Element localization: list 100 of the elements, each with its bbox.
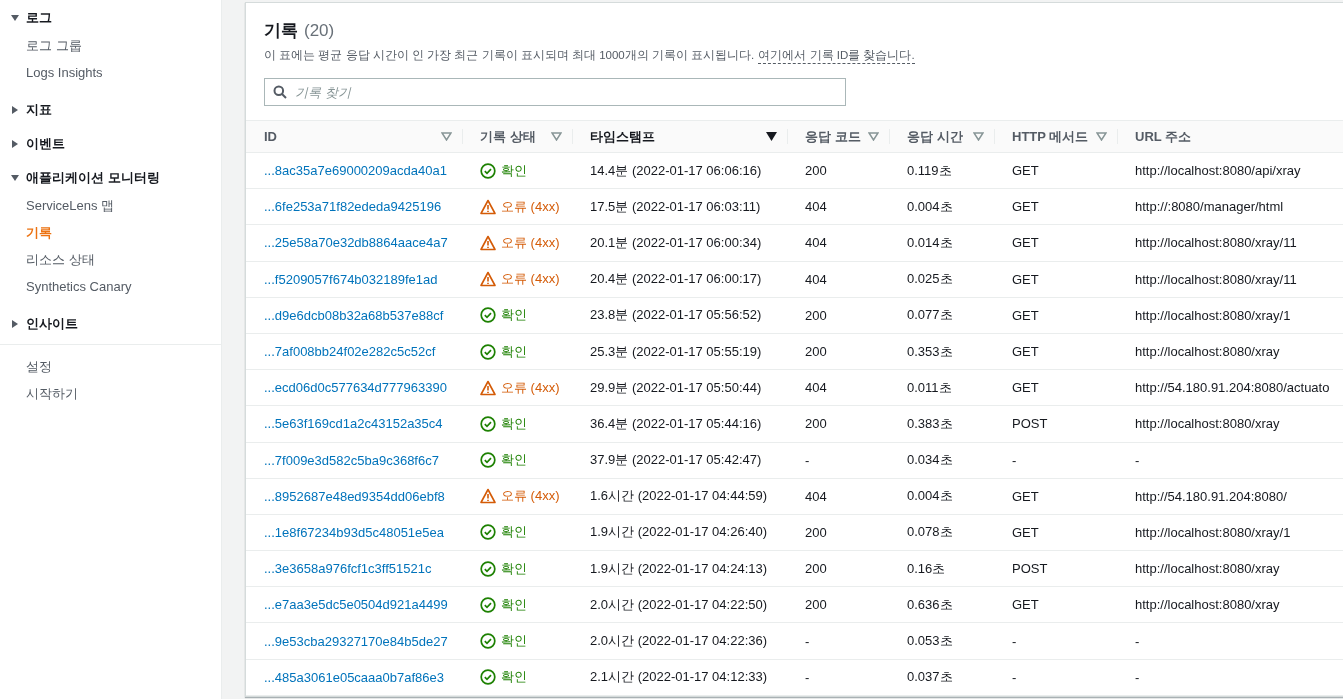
table-cell: 0.004초 (889, 478, 994, 515)
table-cell: 200 (787, 297, 889, 334)
table-cell: 0.353초 (889, 333, 994, 371)
table-cell: 1.6시간 (2022-01-17 04:44:59) (572, 478, 787, 515)
nav-item[interactable]: 시작하기 (0, 380, 104, 407)
help-link[interactable]: 여기에서 기록 ID를 찾습니다. (758, 48, 915, 64)
table-cell: GET (994, 587, 1117, 624)
trace-id-link[interactable]: ...3e3658a976fcf1c3ff51521c (246, 551, 462, 588)
check-circle-icon (480, 633, 496, 650)
column-header[interactable]: 타임스탬프 (572, 120, 787, 153)
caret-right-icon (10, 139, 20, 149)
table-cell: POST (994, 406, 1117, 443)
status-text: 확인 (501, 523, 527, 542)
table-cell: 404 (787, 370, 889, 407)
nav-section-toggle[interactable]: 이벤트 (0, 134, 221, 154)
nav-item[interactable]: 설정 (0, 353, 78, 380)
table-cell: 20.4분 (2022-01-17 06:00:17) (572, 261, 787, 298)
column-header[interactable]: URL 주소 (1117, 120, 1343, 153)
table-cell: GET (994, 370, 1117, 407)
status-text: 확인 (501, 306, 527, 325)
table-cell: http://localhost:8080/xray (1117, 551, 1343, 588)
sort-icon[interactable] (441, 132, 452, 141)
trace-id-link[interactable]: ...1e8f67234b93d5c48051e5ea (246, 514, 462, 552)
table-cell: - (1117, 623, 1343, 660)
caret-down-icon (10, 173, 20, 183)
sort-icon[interactable] (973, 132, 984, 141)
sort-icon[interactable] (868, 132, 879, 141)
sort-icon[interactable] (1096, 132, 1107, 141)
trace-id-link[interactable]: ...8952687e48ed9354dd06ebf8 (246, 478, 462, 515)
table-cell: 0.011초 (889, 370, 994, 407)
table-cell: http://localhost:8080/xray/11 (1117, 261, 1343, 298)
nav-item[interactable]: Logs Insights (0, 59, 129, 86)
table-cell: 0.053초 (889, 623, 994, 660)
table-cell: GET (994, 514, 1117, 552)
status-text: 확인 (501, 668, 527, 687)
table-cell: 0.636초 (889, 587, 994, 624)
table-cell: 404 (787, 189, 889, 226)
trace-id-link[interactable]: ...485a3061e05caaa0b7af86e3 (246, 659, 462, 696)
table-cell: 0.16초 (889, 551, 994, 588)
nav-section-toggle[interactable]: 로그 (0, 8, 221, 28)
trace-id-link[interactable]: ...25e58a70e32db8864aace4a7 (246, 225, 462, 262)
status-text: 오류 (4xx) (501, 233, 560, 252)
sort-descending-icon[interactable] (766, 132, 777, 141)
search-icon (273, 85, 287, 99)
column-header[interactable]: 응답 코드 (787, 120, 889, 153)
trace-id-link[interactable]: ...6fe253a71f82ededa9425196 (246, 189, 462, 226)
table-cell: 404 (787, 478, 889, 515)
column-header[interactable]: HTTP 메서드 (994, 120, 1117, 153)
trace-id-link[interactable]: ...e7aa3e5dc5e0504d921a4499 (246, 587, 462, 624)
column-header[interactable]: 응답 시간 (889, 120, 994, 153)
search-field[interactable]: 기록 찾기 (264, 78, 846, 106)
status-text: 오류 (4xx) (501, 378, 560, 397)
trace-id-link[interactable]: ...7af008bb24f02e282c5c52cf (246, 333, 462, 371)
check-circle-icon (480, 596, 496, 613)
nav-item[interactable]: 리소스 상태 (0, 246, 121, 273)
nav-item[interactable]: 로그 그룹 (0, 32, 108, 59)
caret-right-icon (10, 319, 20, 329)
sort-icon[interactable] (551, 132, 562, 141)
status-text: 확인 (501, 414, 527, 433)
status-text: 확인 (501, 559, 527, 578)
trace-id-link[interactable]: ...5e63f169cd1a2c43152a35c4 (246, 406, 462, 443)
nav-section-toggle[interactable]: 애플리케이션 모니터링 (0, 168, 221, 188)
trace-id-link[interactable]: ...7f009e3d582c5ba9c368f6c7 (246, 442, 462, 479)
nav-section-toggle[interactable]: 지표 (0, 100, 221, 120)
table-cell: 2.0시간 (2022-01-17 04:22:36) (572, 623, 787, 660)
nav-item[interactable]: Synthetics Canary (0, 273, 158, 300)
warning-icon (480, 271, 496, 288)
nav-item[interactable]: ServiceLens 맵 (0, 192, 141, 219)
trace-id-link[interactable]: ...ecd06d0c577634d777963390 (246, 370, 462, 407)
table-cell: - (994, 442, 1117, 479)
table-cell: 37.9분 (2022-01-17 05:42:47) (572, 442, 787, 479)
trace-id-link[interactable]: ...9e53cba29327170e84b5de27 (246, 623, 462, 660)
table-cell: 25.3분 (2022-01-17 05:55:19) (572, 333, 787, 371)
table-cell: 14.4분 (2022-01-17 06:06:16) (572, 153, 787, 190)
column-header[interactable]: 기록 상태 (462, 120, 572, 153)
check-circle-icon (480, 560, 496, 577)
trace-id-link[interactable]: ...d9e6dcb08b32a68b537e88cf (246, 297, 462, 334)
check-circle-icon (480, 343, 496, 360)
panel-description: 이 표에는 평균 응답 시간이 인 가장 최근 기록이 표시되며 최대 1000개의 기록이 표시됩니다. (264, 48, 755, 63)
table-cell: GET (994, 189, 1117, 226)
status-text: 오류 (4xx) (501, 270, 560, 289)
check-circle-icon (480, 415, 496, 432)
table-cell: 200 (787, 587, 889, 624)
table-cell: 20.1분 (2022-01-17 06:00:34) (572, 225, 787, 262)
nav-section-toggle[interactable]: 인사이트 (0, 314, 221, 334)
table-cell: 36.4분 (2022-01-17 05:44:16) (572, 406, 787, 443)
table-cell: 2.0시간 (2022-01-17 04:22:50) (572, 587, 787, 624)
status-text: 확인 (501, 595, 527, 614)
table-cell: 404 (787, 261, 889, 298)
table-cell: http://localhost:8080/xray (1117, 333, 1343, 371)
warning-icon (480, 198, 496, 215)
table-cell: - (787, 623, 889, 660)
table-cell: http://localhost:8080/xray/1 (1117, 297, 1343, 334)
table-cell: http://localhost:8080/xray/1 (1117, 514, 1343, 552)
trace-id-link[interactable]: ...f5209057f674b032189fe1ad (246, 261, 462, 298)
trace-id-link[interactable]: ...8ac35a7e69000209acda40a1 (246, 153, 462, 190)
caret-down-icon (10, 13, 20, 23)
column-header[interactable]: ID (246, 120, 462, 153)
warning-icon (480, 379, 496, 396)
table-cell: POST (994, 551, 1117, 588)
